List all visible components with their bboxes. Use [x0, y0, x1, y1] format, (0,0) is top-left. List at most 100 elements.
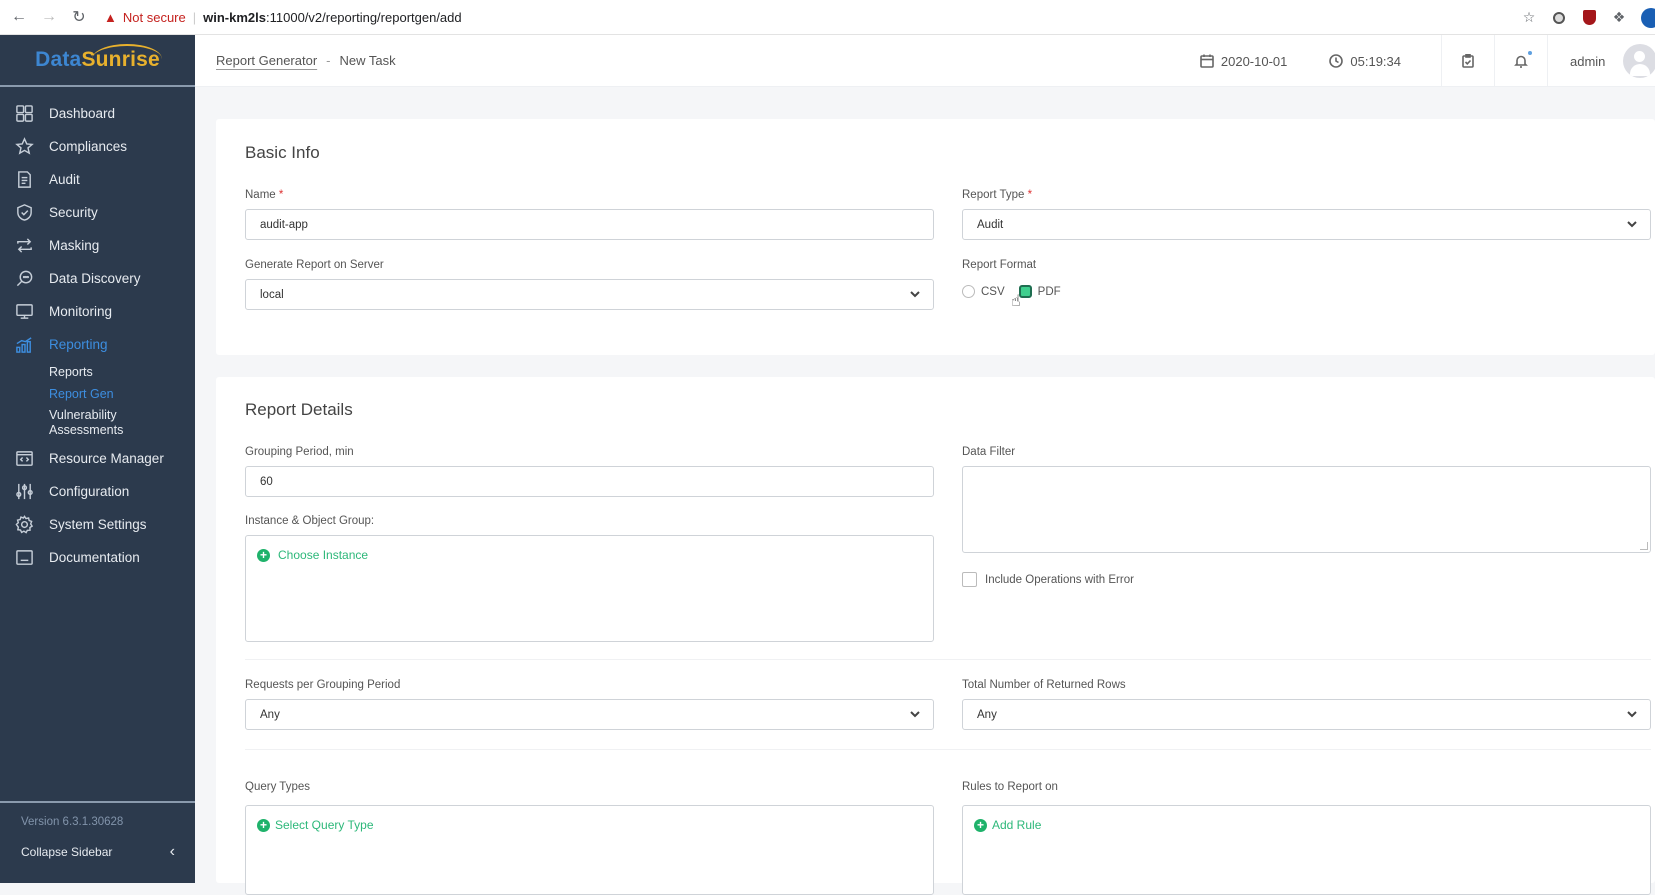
server-label: Generate Report on Server	[245, 259, 384, 271]
instance-group-label: Instance & Object Group:	[245, 515, 375, 527]
sidebar-item-resource-manager[interactable]: Resource Manager	[0, 442, 195, 475]
sidebar-item-label: Security	[49, 205, 98, 220]
omnibox-separator: |	[192, 9, 197, 25]
grouping-period-input[interactable]: 60	[245, 466, 934, 497]
extensions-puzzle-icon[interactable]: ❖	[1611, 9, 1627, 26]
select-query-type-label: Select Query Type	[275, 818, 374, 832]
server-select[interactable]: local	[245, 279, 934, 310]
rules-label: Rules to Report on	[962, 781, 1058, 793]
report-details-title: Report Details	[245, 400, 353, 419]
datasunrise-logo[interactable]: DataSunrise	[0, 35, 195, 87]
sidebar-item-system-settings[interactable]: System Settings	[0, 508, 195, 541]
report-type-label: Report Type *	[962, 189, 1033, 201]
sliders-icon	[14, 482, 34, 502]
sidebar-item-compliances[interactable]: Compliances	[0, 130, 195, 163]
section-divider	[245, 659, 1651, 660]
user-menu[interactable]: admin	[1547, 35, 1655, 87]
choose-instance-label: Choose Instance	[278, 548, 369, 562]
collapse-sidebar-label: Collapse Sidebar	[21, 845, 113, 859]
sidebar-item-label: Documentation	[49, 550, 140, 565]
sidebar-item-label: Resource Manager	[49, 451, 164, 466]
address-bar[interactable]: ▲ Not secure | win-km2ls:11000/v2/report…	[104, 4, 462, 30]
chevron-left-icon: ‹	[169, 843, 175, 860]
collapse-sidebar-button[interactable]: Collapse Sidebar ‹	[0, 838, 195, 866]
back-icon[interactable]: ←	[8, 6, 30, 28]
add-rule-label: Add Rule	[992, 818, 1042, 832]
logo-arc	[92, 44, 162, 74]
sidebar-item-label: Masking	[49, 238, 100, 253]
requests-per-period-value: Any	[260, 708, 280, 721]
chevron-down-icon	[909, 708, 923, 722]
bookmark-star-icon[interactable]: ☆	[1521, 9, 1537, 26]
pdf-radio-label: PDF	[1037, 285, 1061, 298]
resize-handle-icon[interactable]	[1640, 542, 1648, 550]
sidebar-item-dashboard[interactable]: Dashboard	[0, 97, 195, 130]
sidebar-item-security[interactable]: Security	[0, 196, 195, 229]
sidebar-item-masking[interactable]: Masking	[0, 229, 195, 262]
tasks-button[interactable]	[1441, 35, 1494, 87]
grouping-period-value: 60	[260, 475, 273, 488]
grid-icon	[14, 104, 34, 124]
returned-rows-label: Total Number of Returned Rows	[962, 679, 1126, 691]
sidebar-item-configuration[interactable]: Configuration	[0, 475, 195, 508]
sidebar-item-documentation[interactable]: Documentation	[0, 541, 195, 574]
sidebar-item-label: Monitoring	[49, 304, 113, 319]
forward-icon[interactable]: →	[38, 6, 60, 28]
rules-box	[962, 805, 1651, 895]
report-type-value: Audit	[977, 218, 1004, 231]
plus-circle-icon: +	[257, 818, 270, 832]
sidebar-item-label: Configuration	[49, 484, 130, 499]
returned-rows-value: Any	[977, 708, 997, 721]
data-filter-textarea[interactable]	[962, 466, 1651, 553]
name-input[interactable]: audit-app	[245, 209, 934, 240]
sidebar-subitem-reports[interactable]: Reports	[0, 361, 195, 383]
shield-icon	[14, 203, 34, 223]
plus-circle-icon: +	[257, 548, 270, 562]
logo-text-data: Data	[35, 48, 82, 71]
choose-instance-link[interactable]: + Choose Instance	[257, 548, 368, 562]
sidebar-item-data-discovery[interactable]: Data Discovery	[0, 262, 195, 295]
user-avatar[interactable]	[1623, 44, 1655, 78]
sidebar-item-reporting[interactable]: Reporting	[0, 328, 195, 361]
reload-icon[interactable]: ↻	[68, 6, 90, 28]
breadcrumb-current: New Task	[339, 53, 396, 68]
grouping-period-label: Grouping Period, min	[245, 446, 354, 458]
returned-rows-select[interactable]: Any	[962, 699, 1651, 730]
requests-per-period-select[interactable]: Any	[245, 699, 934, 730]
breadcrumb-report-generator[interactable]: Report Generator	[216, 53, 317, 68]
sidebar-subitem-report-gen[interactable]: Report Gen	[0, 383, 195, 405]
browser-profile-avatar[interactable]	[1641, 7, 1655, 28]
sidebar-item-monitoring[interactable]: Monitoring	[0, 295, 195, 328]
swap-icon	[14, 236, 34, 256]
bell-icon	[1514, 51, 1532, 68]
chevron-down-icon	[1626, 218, 1640, 232]
chevron-down-icon	[909, 288, 923, 302]
add-rule-link[interactable]: + Add Rule	[974, 818, 1041, 832]
sidebar-subitem-vulnerability-assessments[interactable]: Vulnerability Assessments	[0, 405, 130, 442]
sidebar-nav: Dashboard Compliances Audit Security Mas…	[0, 87, 195, 574]
basic-info-card: Basic Info Name * audit-app Report Type …	[216, 119, 1655, 355]
sidebar-subitem-label: Vulnerability Assessments	[49, 408, 124, 437]
time-value: 05:19:34	[1350, 53, 1401, 69]
name-label: Name *	[245, 189, 284, 201]
security-label: Not secure	[122, 9, 186, 25]
sidebar-item-audit[interactable]: Audit	[0, 163, 195, 196]
csv-radio-label: CSV	[981, 285, 1005, 298]
extension-circle-icon[interactable]	[1551, 10, 1567, 26]
data-filter-label: Data Filter	[962, 446, 1016, 458]
notification-dot	[1528, 51, 1532, 55]
include-errors-checkbox[interactable]	[962, 572, 977, 587]
select-query-type-link[interactable]: + Select Query Type	[257, 818, 374, 832]
version-label: Version 6.3.1.30628	[21, 816, 124, 828]
sidebar-item-label: Dashboard	[49, 106, 116, 121]
chart-icon	[14, 335, 34, 355]
warning-icon: ▲	[104, 9, 117, 25]
basic-info-title: Basic Info	[245, 143, 320, 162]
sidebar: DataSunrise Dashboard Compliances Audit …	[0, 35, 195, 883]
notifications-button[interactable]	[1494, 35, 1547, 87]
server-value: local	[260, 288, 284, 301]
report-type-select[interactable]: Audit	[962, 209, 1651, 240]
ublock-shield-icon[interactable]	[1581, 10, 1597, 26]
include-errors-row: Include Operations with Error	[962, 572, 1134, 587]
csv-radio[interactable]	[962, 285, 975, 298]
